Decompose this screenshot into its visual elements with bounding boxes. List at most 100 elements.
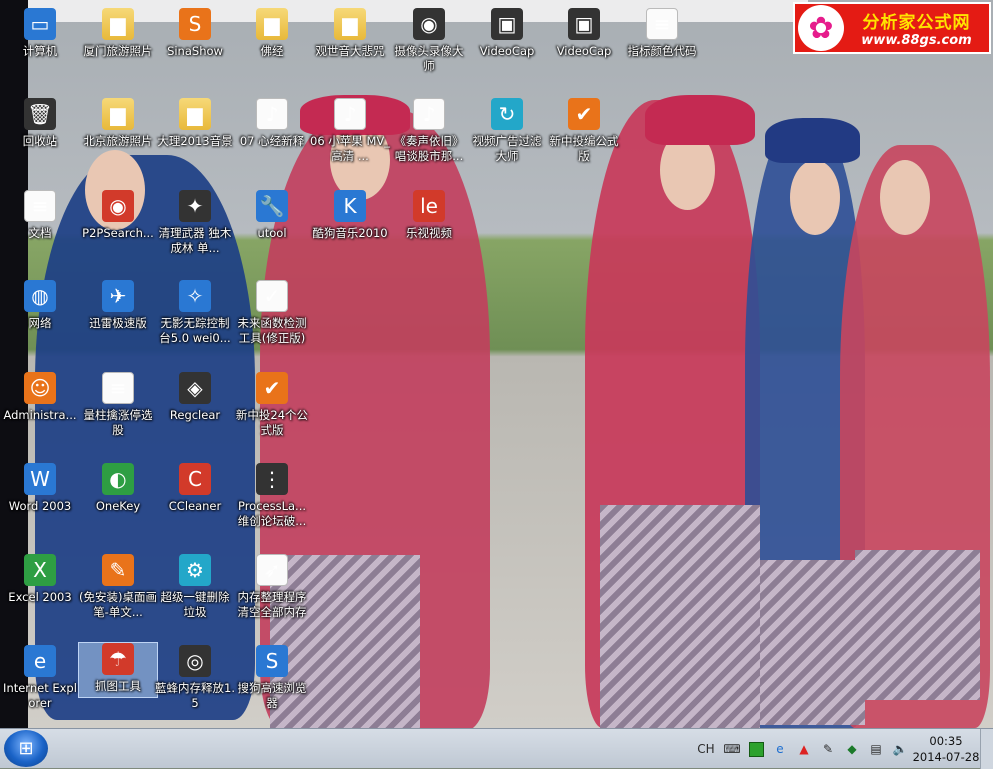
desktop-icon-xzt-formula[interactable]: ✔ 新中投编公式版	[544, 98, 624, 164]
desktop-icon-xiamen-photos[interactable]: ▆ 厦门旅游照片	[78, 8, 158, 59]
regclear-icon: ◈	[179, 372, 211, 404]
icon-label: 未来函数检测工具(修正版)	[237, 316, 307, 345]
desktop-icon-sogou-browser[interactable]: S 搜狗高速浏览器	[232, 645, 312, 711]
wallpaper-hat	[765, 118, 860, 163]
language-indicator[interactable]: CH	[693, 738, 719, 760]
media-file-icon: ♪	[413, 98, 445, 130]
trash-clean-icon: ⚙	[179, 554, 211, 586]
user-folder-icon: ☺	[24, 372, 56, 404]
icon-label: 观世音大悲咒	[315, 44, 385, 58]
icon-label: 摄像头录像大师	[394, 44, 464, 73]
desktop-icon-stock-picker[interactable]: ≡ 量柱擒涨停选股	[78, 372, 158, 438]
desktop-icon-shadow-console[interactable]: ✧ 无影无踪控制台5.0 wei0...	[155, 280, 235, 346]
desktop-icon-buddhist-sutra[interactable]: ▆ 佛经	[232, 8, 312, 59]
tool-icon[interactable]: ✎	[817, 738, 839, 760]
umbrella-icon: ☂	[102, 643, 134, 675]
documents-icon: ≡	[24, 190, 56, 222]
desktop-icon-videocap-1[interactable]: ▣ VideoCap	[467, 8, 547, 59]
desktop-icon-stock-talk[interactable]: ♪ 《奏声依旧》唱谈股市那...	[389, 98, 469, 164]
desktop-icon-guanyin-mantra[interactable]: ▆ 观世音大悲咒	[310, 8, 390, 59]
desktop-icon-onekey[interactable]: ◐ OneKey	[78, 463, 158, 514]
ccleaner-icon: C	[179, 463, 211, 495]
check-tool-icon: ✓	[256, 280, 288, 312]
desktop-icon-excel-2003[interactable]: X Excel 2003	[0, 554, 80, 605]
volume-icon[interactable]: 🔈	[889, 738, 911, 760]
desktop-icon-beijing-photos[interactable]: ▆ 北京旅游照片	[78, 98, 158, 149]
text-document-icon: ≡	[646, 8, 678, 40]
desktop-icon-junk-cleaner[interactable]: ⚙ 超级一键删除垃圾	[155, 554, 235, 620]
cleaner-tool-icon: ✦	[179, 190, 211, 222]
media-file-icon: ♪	[334, 98, 366, 130]
desktop-icon-ad-filter[interactable]: ↻ 视频广告过滤大师	[467, 98, 547, 164]
desktop-icon-regclear[interactable]: ◈ Regclear	[155, 372, 235, 423]
desktop-icon-heart-sutra[interactable]: ♪ 07 心经新释	[232, 98, 312, 149]
icon-label: SinaShow	[167, 44, 223, 58]
desktop-icon-network[interactable]: ◍ 网络	[0, 280, 80, 331]
desktop-icon-recycle-bin[interactable]: 🗑 回收站	[0, 98, 80, 149]
desktop-icon-kugou-music[interactable]: K 酷狗音乐2010	[310, 190, 390, 241]
desktop-icon-letv[interactable]: le 乐视视频	[389, 190, 469, 241]
triangle-icon[interactable]: ▲	[793, 738, 815, 760]
icon-label: utool	[257, 226, 287, 240]
icon-label: 北京旅游照片	[83, 134, 153, 148]
desktop-icon-webcam-recorder[interactable]: ◉ 摄像头录像大师	[389, 8, 469, 74]
desktop-icon-p2psearch[interactable]: ◉ P2PSearch...	[78, 190, 158, 241]
logo-url: www.88gs.com	[861, 33, 972, 48]
desktop-icon-screenshot-tool[interactable]: ☂ 抓图工具	[78, 642, 158, 698]
green-app-icon[interactable]	[745, 738, 767, 760]
desktop-icon-administrator[interactable]: ☺ Administra...	[0, 372, 80, 423]
xzt-formula-icon: ✔	[256, 372, 288, 404]
show-desktop-button[interactable]	[980, 729, 993, 769]
desktop-icon-videocap-2[interactable]: ▣ VideoCap	[544, 8, 624, 59]
desktop-icon-dali-2013[interactable]: ▆ 大理2013音景	[155, 98, 235, 149]
site-logo-watermark: ✿ 分析家公式网 www.88gs.com	[793, 2, 991, 54]
desktop-icon-color-codes[interactable]: ≡ 指标颜色代码	[622, 8, 702, 59]
desktop-icon-xzt-24[interactable]: ✔ 新中投24个公式版	[232, 372, 312, 438]
icon-label: 藍蜂内存释放1.5	[155, 681, 235, 710]
desktop-icon-documents[interactable]: ≡ 文档	[0, 190, 80, 241]
clock[interactable]: 00:35 2014-07-28	[912, 733, 980, 765]
desktop-icon-internet-explorer[interactable]: e Internet Explorer	[0, 645, 80, 711]
desktop-icon-memory-release[interactable]: ◎ 藍蜂内存释放1.5	[155, 645, 235, 711]
desktop-icon-thunder[interactable]: ✈ 迅雷极速版	[78, 280, 158, 331]
network-icon: ◍	[24, 280, 56, 312]
wrench-icon: 🔧	[256, 190, 288, 222]
desktop-icon-paint-brush[interactable]: ✎ (免安装)桌面画笔-单文...	[78, 554, 158, 620]
icon-label: 《奏声依旧》唱谈股市那...	[394, 134, 464, 163]
desktop-icon-ccleaner[interactable]: C CCleaner	[155, 463, 235, 514]
taskbar: ⊞ CH ⌨ e ▲ ✎ ◆ ▤ 🔈 00:35 2014-07-28	[0, 728, 993, 769]
icon-label: 酷狗音乐2010	[312, 226, 388, 240]
internet-explorer-icon: e	[24, 645, 56, 677]
icon-label: Regclear	[169, 408, 221, 422]
sinashow-icon: S	[179, 8, 211, 40]
start-button[interactable]: ⊞	[4, 730, 48, 767]
filter-icon: ↻	[491, 98, 523, 130]
paint-palette-icon: ✎	[102, 554, 134, 586]
desktop-icon-little-apple-mv[interactable]: ♪ 06 小苹果 MV_高清 ...	[310, 98, 390, 164]
desktop-icon-memory-cleaner[interactable]: ➶ 内存整理程序 清空全部内存	[232, 554, 312, 620]
desktop-icon-word-2003[interactable]: W Word 2003	[0, 463, 80, 514]
app-tray-icon[interactable]: ◆	[841, 738, 863, 760]
folder-icon: ▆	[102, 8, 134, 40]
icon-label: 迅雷极速版	[89, 316, 147, 330]
desktop-icon-future-function-check[interactable]: ✓ 未来函数检测工具(修正版)	[232, 280, 312, 346]
desktop-icon-sinashow[interactable]: S SinaShow	[155, 8, 235, 59]
icon-label: 内存整理程序 清空全部内存	[237, 590, 307, 619]
icon-label: 清理武器 独木成林 单...	[158, 226, 232, 255]
desktop-icon-computer[interactable]: ▭ 计算机	[0, 8, 80, 59]
ie-tray-icon[interactable]: e	[769, 738, 791, 760]
icon-label: 新中投编公式版	[549, 134, 619, 163]
icon-label: 厦门旅游照片	[83, 44, 153, 58]
icon-label: 无影无踪控制台5.0 wei0...	[159, 316, 231, 345]
desktop-icon-cleaner-weapon[interactable]: ✦ 清理武器 独木成林 单...	[155, 190, 235, 256]
keyboard-icon[interactable]: ⌨	[721, 738, 743, 760]
kugou-icon: K	[334, 190, 366, 222]
windows-logo-icon: ⊞	[18, 738, 34, 759]
desktop-icon-utool[interactable]: 🔧 utool	[232, 190, 312, 241]
sogou-browser-icon: S	[256, 645, 288, 677]
icon-label: 07 心经新释	[239, 134, 305, 148]
icon-label: OneKey	[95, 499, 141, 513]
desktop-icon-processlasso[interactable]: ⋮ ProcessLa... 维创论坛破...	[232, 463, 312, 529]
wallpaper-face	[790, 160, 840, 235]
network-tray-icon[interactable]: ▤	[865, 738, 887, 760]
